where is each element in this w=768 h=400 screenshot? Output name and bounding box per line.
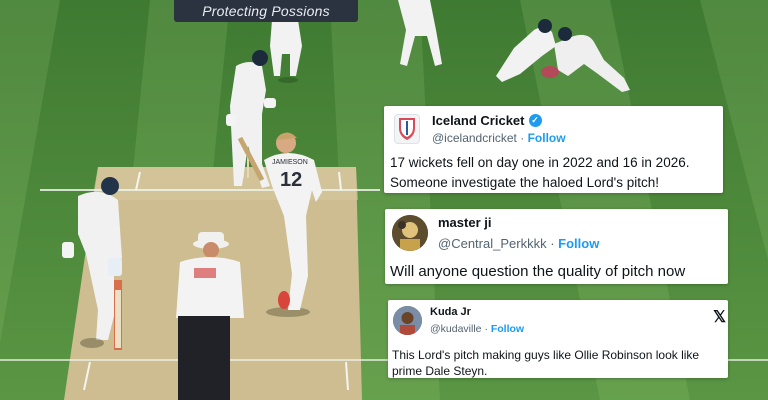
tweet-card-master-ji[interactable]: master ji @Central_Perkkkk · Follow Will… [385, 209, 728, 284]
tweet-card-iceland-cricket[interactable]: Iceland Cricket ✓ @icelandcricket · Foll… [384, 106, 723, 193]
follow-button[interactable]: Follow [558, 236, 599, 251]
tweet-text: Will anyone question the quality of pitc… [390, 263, 686, 280]
bowler-name: JAMIESON [272, 159, 308, 166]
tweet-header: Kuda Jr @kudaville · Follow [393, 306, 524, 335]
cricket-photo-collage: 12 JAMIESON Protecting Possions Iceland … [0, 0, 768, 400]
verified-badge-icon: ✓ [528, 114, 542, 127]
tweet-text: This Lord's pitch making guys like Ollie… [392, 348, 700, 378]
separator-dot: · [484, 323, 488, 335]
tweet-handle[interactable]: @Central_Perkkkk [438, 236, 547, 251]
follow-button[interactable]: Follow [528, 131, 566, 145]
tweet-author-name[interactable]: Iceland Cricket [432, 113, 525, 128]
user-avatar[interactable] [393, 306, 422, 335]
tweet-header: master ji @Central_Perkkkk · Follow [392, 215, 599, 251]
tweet-author-name[interactable]: Kuda Jr [430, 306, 524, 318]
x-logo-icon[interactable]: 𝕏 [713, 307, 726, 327]
tweet-handle[interactable]: @icelandcricket [432, 131, 517, 145]
separator-dot: · [520, 131, 525, 145]
iceland-cricket-logo-icon[interactable] [394, 114, 420, 144]
tweet-handle[interactable]: @kudaville [430, 323, 482, 335]
tweet-author-name[interactable]: master ji [438, 215, 599, 230]
tweet-card-kuda-jr[interactable]: Kuda Jr @kudaville · Follow 𝕏 This Lord'… [388, 300, 728, 378]
follow-button[interactable]: Follow [491, 323, 524, 335]
photo-banner: Protecting Possions [174, 0, 358, 22]
tweet-text: 17 wickets fell on day one in 2022 and 1… [390, 155, 690, 190]
bowler-number: 12 [280, 169, 302, 191]
tweet-header: Iceland Cricket ✓ @icelandcricket · Foll… [394, 113, 566, 145]
separator-dot: · [550, 236, 555, 251]
user-avatar[interactable] [392, 215, 428, 251]
